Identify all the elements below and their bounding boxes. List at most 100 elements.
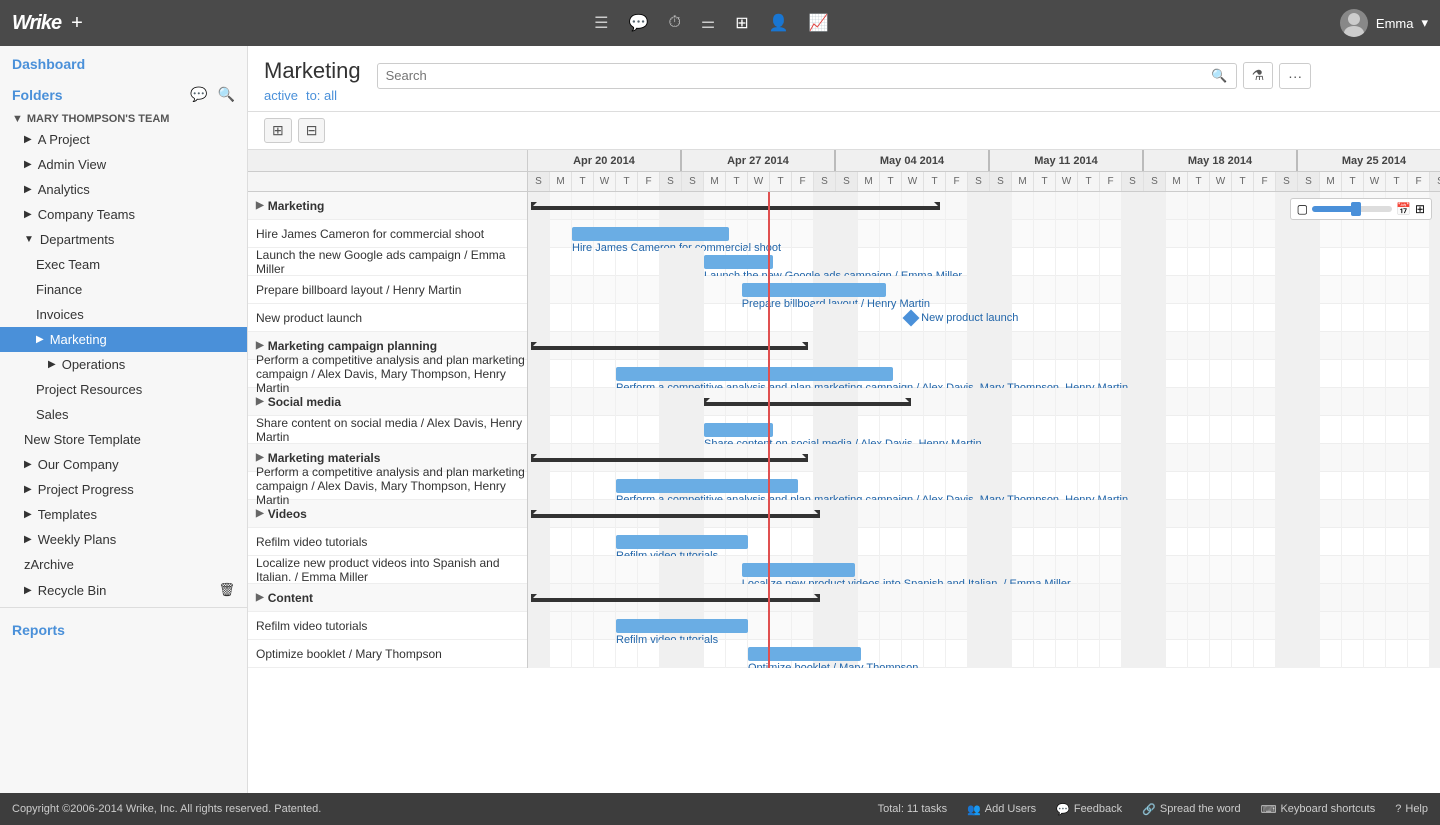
task-label-row[interactable]: Refilm video tutorials xyxy=(248,528,527,556)
day-bg-cell xyxy=(572,472,594,500)
gantt-collapse-button[interactable]: ⊟ xyxy=(298,118,326,143)
task-label-row[interactable]: Refilm video tutorials xyxy=(248,612,527,640)
gantt-expand-button[interactable]: ⊞ xyxy=(264,118,292,143)
day-bg-cell xyxy=(990,220,1012,248)
day-bg-cell xyxy=(1232,584,1254,612)
task-label-row[interactable]: Launch the new Google ads campaign / Emm… xyxy=(248,248,527,276)
task-label-row[interactable]: Localize new product videos into Spanish… xyxy=(248,556,527,584)
table-view-icon[interactable]: ⊞ xyxy=(735,13,748,33)
sidebar-item-exec-team[interactable]: Exec Team xyxy=(0,252,247,277)
user-dropdown-icon[interactable]: ▾ xyxy=(1421,15,1428,31)
calendar-icon[interactable]: 📅 xyxy=(1396,202,1411,216)
add-users-button[interactable]: 👥 Add Users xyxy=(967,803,1036,816)
sidebar-item-analytics[interactable]: ▶ Analytics xyxy=(0,177,247,202)
chat-icon[interactable]: 💬 xyxy=(629,13,649,33)
day-bg-cell xyxy=(946,192,968,220)
sidebar-item-our-company[interactable]: ▶ Our Company xyxy=(0,452,247,477)
task-label-row[interactable]: Optimize booklet / Mary Thompson xyxy=(248,640,527,668)
task-bar[interactable]: Refilm video tutorials xyxy=(616,619,748,633)
gantt-area[interactable]: Apr 20 2014 Apr 27 2014 May 04 2014 May … xyxy=(248,150,1440,793)
add-button[interactable]: + xyxy=(71,12,83,35)
sidebar-item-new-store-template[interactable]: New Store Template xyxy=(0,427,247,452)
task-label-row[interactable]: Share content on social media / Alex Dav… xyxy=(248,416,527,444)
chart-row: Prepare billboard layout / Henry Martin xyxy=(528,276,1440,304)
sidebar-item-weekly-plans[interactable]: ▶ Weekly Plans xyxy=(0,527,247,552)
sidebar-item-project-progress[interactable]: ▶ Project Progress xyxy=(0,477,247,502)
more-button[interactable]: ··· xyxy=(1279,63,1311,89)
day-bg-cell xyxy=(770,612,792,640)
task-bar[interactable]: Share content on social media / Alex Dav… xyxy=(704,423,773,437)
day-bg-cell xyxy=(1078,444,1100,472)
sidebar-item-label: Templates xyxy=(38,507,97,522)
task-label-row[interactable]: Perform a competitive analysis and plan … xyxy=(248,472,527,500)
day-bg-cell xyxy=(1364,528,1386,556)
sidebar-item-admin-view[interactable]: ▶ Admin View xyxy=(0,152,247,177)
task-bar[interactable]: Hire James Cameron for commercial shoot xyxy=(572,227,729,241)
task-bar[interactable]: Perform a competitive analysis and plan … xyxy=(616,367,893,381)
day-bg-cell xyxy=(682,304,704,332)
analytics-icon[interactable]: 📈 xyxy=(809,13,829,33)
sidebar-item-a-project[interactable]: ▶ A Project xyxy=(0,127,247,152)
day-bg-cell xyxy=(1320,248,1342,276)
task-label-row[interactable]: ▶Content xyxy=(248,584,527,612)
help-button[interactable]: ? Help xyxy=(1395,803,1428,815)
day-bg-cell xyxy=(1144,332,1166,360)
username[interactable]: Emma xyxy=(1376,16,1414,31)
search-icon[interactable]: 🔍 xyxy=(218,86,235,103)
task-bar[interactable]: Refilm video tutorials xyxy=(616,535,748,549)
search-input[interactable] xyxy=(386,68,1212,83)
day-bg-cell xyxy=(946,276,968,304)
task-bar[interactable]: Launch the new Google ads campaign / Emm… xyxy=(704,255,773,269)
task-label-row[interactable]: Hire James Cameron for commercial shoot xyxy=(248,220,527,248)
today-line xyxy=(768,192,770,668)
person-icon[interactable]: 👤 xyxy=(769,13,789,33)
day-bg-cell xyxy=(1012,500,1034,528)
sidebar-item-finance[interactable]: Finance xyxy=(0,277,247,302)
grid-icon[interactable]: ⊞ xyxy=(1415,202,1425,216)
sidebar-item-departments[interactable]: ▼ Departments xyxy=(0,227,247,252)
feedback-icon: 💬 xyxy=(1056,803,1070,816)
task-bar[interactable]: Perform a competitive analysis and plan … xyxy=(616,479,798,493)
day-bg-cell xyxy=(1144,612,1166,640)
sidebar-item-marketing[interactable]: ▶ Marketing xyxy=(0,327,247,352)
sidebar-item-recycle-bin[interactable]: ▶ Recycle Bin 🗑 xyxy=(0,577,247,603)
sidebar-item-project-resources[interactable]: Project Resources xyxy=(0,377,247,402)
day-bg-cell xyxy=(1078,192,1100,220)
week-label-may18: May 18 2014 xyxy=(1144,150,1298,171)
filter-button[interactable]: ⚗ xyxy=(1243,62,1274,89)
task-label-row[interactable]: Prepare billboard layout / Henry Martin xyxy=(248,276,527,304)
sidebar-item-company-teams[interactable]: ▶ Company Teams xyxy=(0,202,247,227)
sidebar-item-operations[interactable]: ▶ Operations xyxy=(0,352,247,377)
folders-label[interactable]: Folders xyxy=(12,87,63,103)
day-bg-cell xyxy=(1188,248,1210,276)
list-icon[interactable]: ☰ xyxy=(594,13,608,33)
keyboard-shortcuts-button[interactable]: ⌨ Keyboard shortcuts xyxy=(1261,803,1376,816)
meta-active[interactable]: active xyxy=(264,88,298,103)
sidebar-item-zarchive[interactable]: zArchive xyxy=(0,552,247,577)
chat-folder-icon[interactable]: 💬 xyxy=(190,86,207,103)
day-bg-cell xyxy=(1078,500,1100,528)
filter-menu-icon[interactable]: ⚌ xyxy=(701,13,715,33)
feedback-button[interactable]: 💬 Feedback xyxy=(1056,803,1122,816)
reports-link[interactable]: Reports xyxy=(0,612,247,642)
task-bar[interactable]: Localize new product videos into Spanish… xyxy=(742,563,855,577)
task-label-row[interactable]: ▶Marketing xyxy=(248,192,527,220)
sidebar-item-templates[interactable]: ▶ Templates xyxy=(0,502,247,527)
task-bar[interactable]: Prepare billboard layout / Henry Martin xyxy=(742,283,887,297)
day-bg-cell xyxy=(682,416,704,444)
dashboard-link[interactable]: Dashboard xyxy=(0,46,247,76)
sidebar-item-invoices[interactable]: Invoices xyxy=(0,302,247,327)
meta-to[interactable]: to: all xyxy=(306,88,337,103)
task-label-row[interactable]: New product launch xyxy=(248,304,527,332)
day-bg-cell xyxy=(616,388,638,416)
sidebar-item-sales[interactable]: Sales xyxy=(0,402,247,427)
day-bg-cell xyxy=(1210,584,1232,612)
day-bg-cell xyxy=(1166,220,1188,248)
day-bg-cell xyxy=(1100,444,1122,472)
day-bg-cell xyxy=(1342,612,1364,640)
zoom-out-icon[interactable]: ▢ xyxy=(1297,202,1308,216)
task-bar[interactable]: Optimize booklet / Mary Thompson xyxy=(748,647,861,661)
timer-icon[interactable]: ⏱ xyxy=(668,14,680,32)
spread-button[interactable]: 🔗 Spread the word xyxy=(1142,803,1240,816)
task-label-row[interactable]: Perform a competitive analysis and plan … xyxy=(248,360,527,388)
